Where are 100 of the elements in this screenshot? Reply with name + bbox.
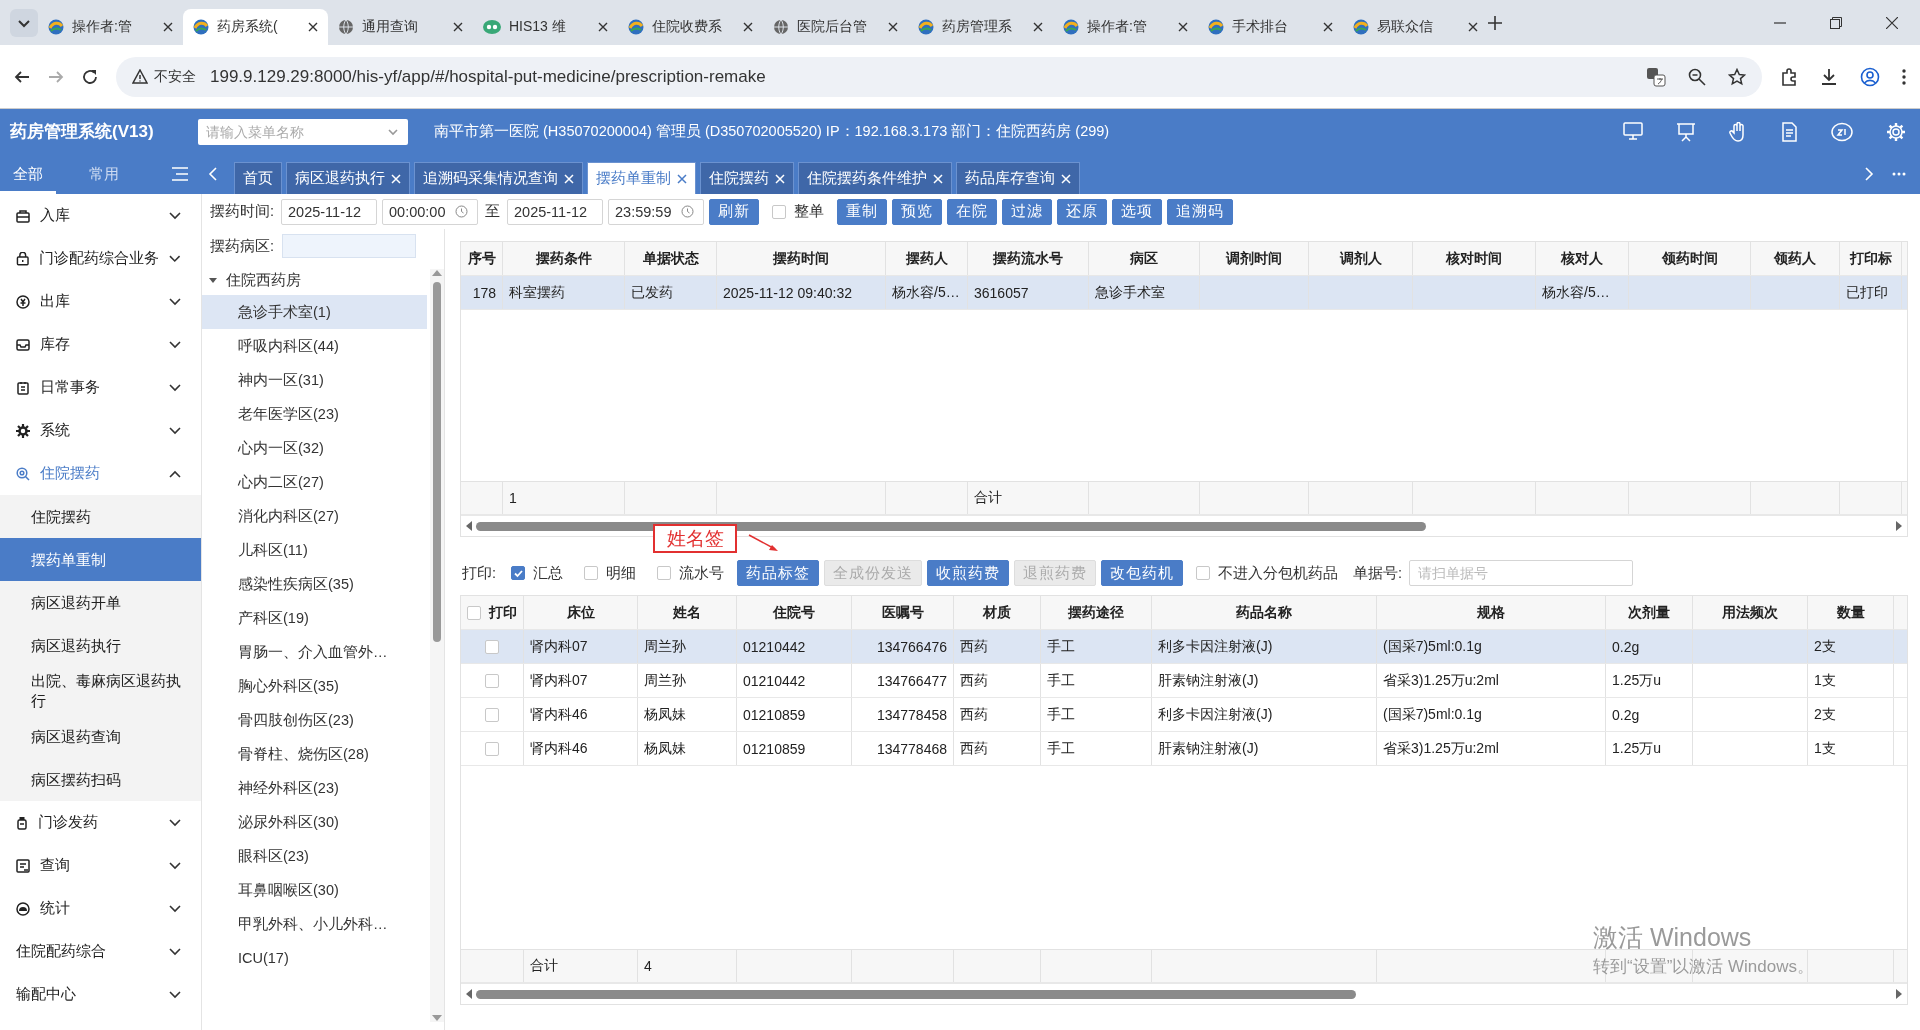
browser-tab[interactable]: 操作者:管: [1053, 9, 1198, 45]
security-label[interactable]: 不安全: [154, 67, 196, 86]
table-row[interactable]: 肾内科07 周兰孙 01210442 134766477 西药 手工 肝素钠注射液(J) 省采3)1.25万u:2ml 1.25万u 1支: [461, 664, 1907, 698]
browser-tab[interactable]: 药房系统(: [183, 9, 328, 45]
presentation-icon[interactable]: [1676, 121, 1696, 142]
column-header[interactable]: 数量: [1808, 596, 1894, 629]
column-header[interactable]: 材质: [954, 596, 1041, 629]
menu-item[interactable]: 入库: [0, 194, 201, 237]
download-icon[interactable]: [1820, 67, 1838, 86]
column-header[interactable]: 调剂人: [1309, 242, 1413, 275]
close-icon[interactable]: [163, 22, 173, 32]
hand-icon[interactable]: [1729, 121, 1747, 142]
chevron-left-icon[interactable]: [208, 167, 218, 181]
menu-item[interactable]: 统计: [0, 887, 201, 930]
scrollbar[interactable]: [430, 269, 444, 1022]
submenu-item[interactable]: 病区退药开单: [0, 581, 201, 624]
arrow-up-icon[interactable]: [432, 269, 442, 276]
document-number-field[interactable]: 请扫单据号: [1409, 560, 1634, 586]
checkbox[interactable]: [584, 566, 599, 580]
ward-item[interactable]: 眼科区(23): [202, 839, 427, 873]
checkbox[interactable]: [511, 566, 526, 580]
checkbox[interactable]: [485, 707, 499, 722]
table-row[interactable]: 肾内科07 周兰孙 01210442 134766476 西药 手工 利多卡因注射液(J) (国采7)5ml:0.1g 0.2g 2支: [461, 630, 1907, 664]
menu-item[interactable]: 系统: [0, 409, 201, 452]
ward-item[interactable]: 胃肠一、介入血管外…: [202, 635, 427, 669]
column-header[interactable]: 单据状态: [625, 242, 717, 275]
reload-icon[interactable]: [82, 68, 98, 85]
menu-search-field[interactable]: 请输入菜单名称: [198, 118, 408, 145]
browser-tab[interactable]: 手术排台: [1198, 9, 1343, 45]
nav-tab[interactable]: 全部: [0, 154, 56, 194]
extension-icon[interactable]: [1780, 67, 1798, 86]
column-header[interactable]: 领药人: [1751, 242, 1840, 275]
close-icon[interactable]: [453, 22, 463, 32]
ward-item[interactable]: ICU(17): [202, 941, 427, 975]
menu-item[interactable]: 门诊配药综合业务: [0, 237, 201, 280]
monitor-icon[interactable]: [1623, 121, 1643, 140]
column-header[interactable]: 床位: [524, 596, 638, 629]
column-header[interactable]: 规格: [1377, 596, 1606, 629]
address-bar[interactable]: 不安全 199.9.129.29:8000/his-yf/app/#/hospital-put-medicine/prescription-remake: [116, 56, 1762, 97]
submenu-item[interactable]: 摆药单重制: [0, 538, 201, 581]
column-header[interactable]: 摆药人: [886, 242, 968, 275]
menu-item[interactable]: 输配中心: [0, 973, 201, 1016]
arrow-right-icon[interactable]: [1896, 521, 1903, 531]
arrow-right-icon[interactable]: [1896, 989, 1903, 999]
arrow-left-icon[interactable]: [465, 989, 472, 999]
page-tab[interactable]: 追溯码采集情况查询: [414, 162, 583, 194]
ward-item[interactable]: 骨四肢创伤区(23): [202, 703, 427, 737]
action-button[interactable]: 预览: [892, 198, 943, 225]
browser-tab[interactable]: 医院后台管: [763, 9, 908, 45]
close-icon[interactable]: [308, 22, 318, 32]
browser-tab[interactable]: 操作者:管: [38, 9, 183, 45]
ward-item[interactable]: 心内二区(27): [202, 465, 427, 499]
column-header[interactable]: 调剂时间: [1200, 242, 1309, 275]
time-field[interactable]: 23:59:59: [608, 198, 705, 225]
page-tab[interactable]: 药品库存查询: [956, 162, 1080, 194]
new-tab-icon[interactable]: [1488, 15, 1502, 30]
close-icon[interactable]: [598, 22, 608, 32]
action-button[interactable]: 追溯码: [1167, 198, 1234, 225]
chevron-right-icon[interactable]: [1864, 167, 1874, 181]
checkbox[interactable]: [467, 605, 481, 620]
ward-item[interactable]: 儿科区(11): [202, 533, 427, 567]
column-header[interactable]: 领药时间: [1629, 242, 1751, 275]
submenu-item[interactable]: 病区退药查询: [0, 715, 201, 758]
menu-item[interactable]: 住院摆药: [0, 452, 201, 495]
column-header[interactable]: 核对时间: [1413, 242, 1536, 275]
column-header[interactable]: 住院号: [737, 596, 852, 629]
action-button[interactable]: 在院: [947, 198, 998, 225]
close-icon[interactable]: [743, 22, 753, 32]
browser-tab[interactable]: HIS13 维: [473, 9, 618, 45]
ward-item[interactable]: 骨脊柱、烧伤区(28): [202, 737, 427, 771]
document-icon[interactable]: [1780, 121, 1798, 142]
table-row[interactable]: 178 科室摆药 已发药 2025-11-12 09:40:32 杨水容/5… 3616057 急诊手术室 杨水容/5… 已打印: [461, 276, 1907, 310]
table-row[interactable]: 肾内科46 杨凤妹 01210859 134778458 西药 手工 利多卡因注射液(J) (国采7)5ml:0.1g 0.2g 2支: [461, 698, 1907, 732]
column-header[interactable]: 打印标: [1840, 242, 1902, 275]
column-header[interactable]: 用法频次: [1693, 596, 1808, 629]
column-header[interactable]: 摆药途径: [1041, 596, 1152, 629]
close-icon[interactable]: [1886, 16, 1898, 29]
ward-item[interactable]: 胸心外科区(35): [202, 669, 427, 703]
close-icon[interactable]: [1323, 22, 1333, 32]
close-icon[interactable]: [888, 22, 898, 32]
browser-tab[interactable]: 易联众信: [1343, 9, 1488, 45]
settings-icon[interactable]: [1886, 121, 1906, 142]
page-tab[interactable]: 首页: [234, 162, 282, 194]
checkbox[interactable]: [485, 673, 499, 688]
more-icon[interactable]: [1892, 172, 1906, 176]
page-tab[interactable]: 摆药单重制: [587, 162, 696, 194]
column-header[interactable]: 核对人: [1536, 242, 1629, 275]
page-tab[interactable]: 住院摆药: [700, 162, 794, 194]
ward-item[interactable]: 泌尿外科区(30): [202, 805, 427, 839]
ward-item[interactable]: 老年医学区(23): [202, 397, 427, 431]
menu-icon[interactable]: [1902, 68, 1906, 85]
menu-item[interactable]: 日常事务: [0, 366, 201, 409]
menu-item[interactable]: 库存: [0, 323, 201, 366]
submenu-item[interactable]: 病区退药执行: [0, 624, 201, 667]
ward-filter-field[interactable]: [282, 234, 417, 258]
submenu-item[interactable]: 出院、毒麻病区退药执行: [0, 667, 201, 715]
ward-item[interactable]: 消化内科区(27): [202, 499, 427, 533]
ward-item[interactable]: 感染性疾病区(35): [202, 567, 427, 601]
arrow-down-icon[interactable]: [432, 1015, 442, 1022]
back-icon[interactable]: [14, 68, 30, 85]
